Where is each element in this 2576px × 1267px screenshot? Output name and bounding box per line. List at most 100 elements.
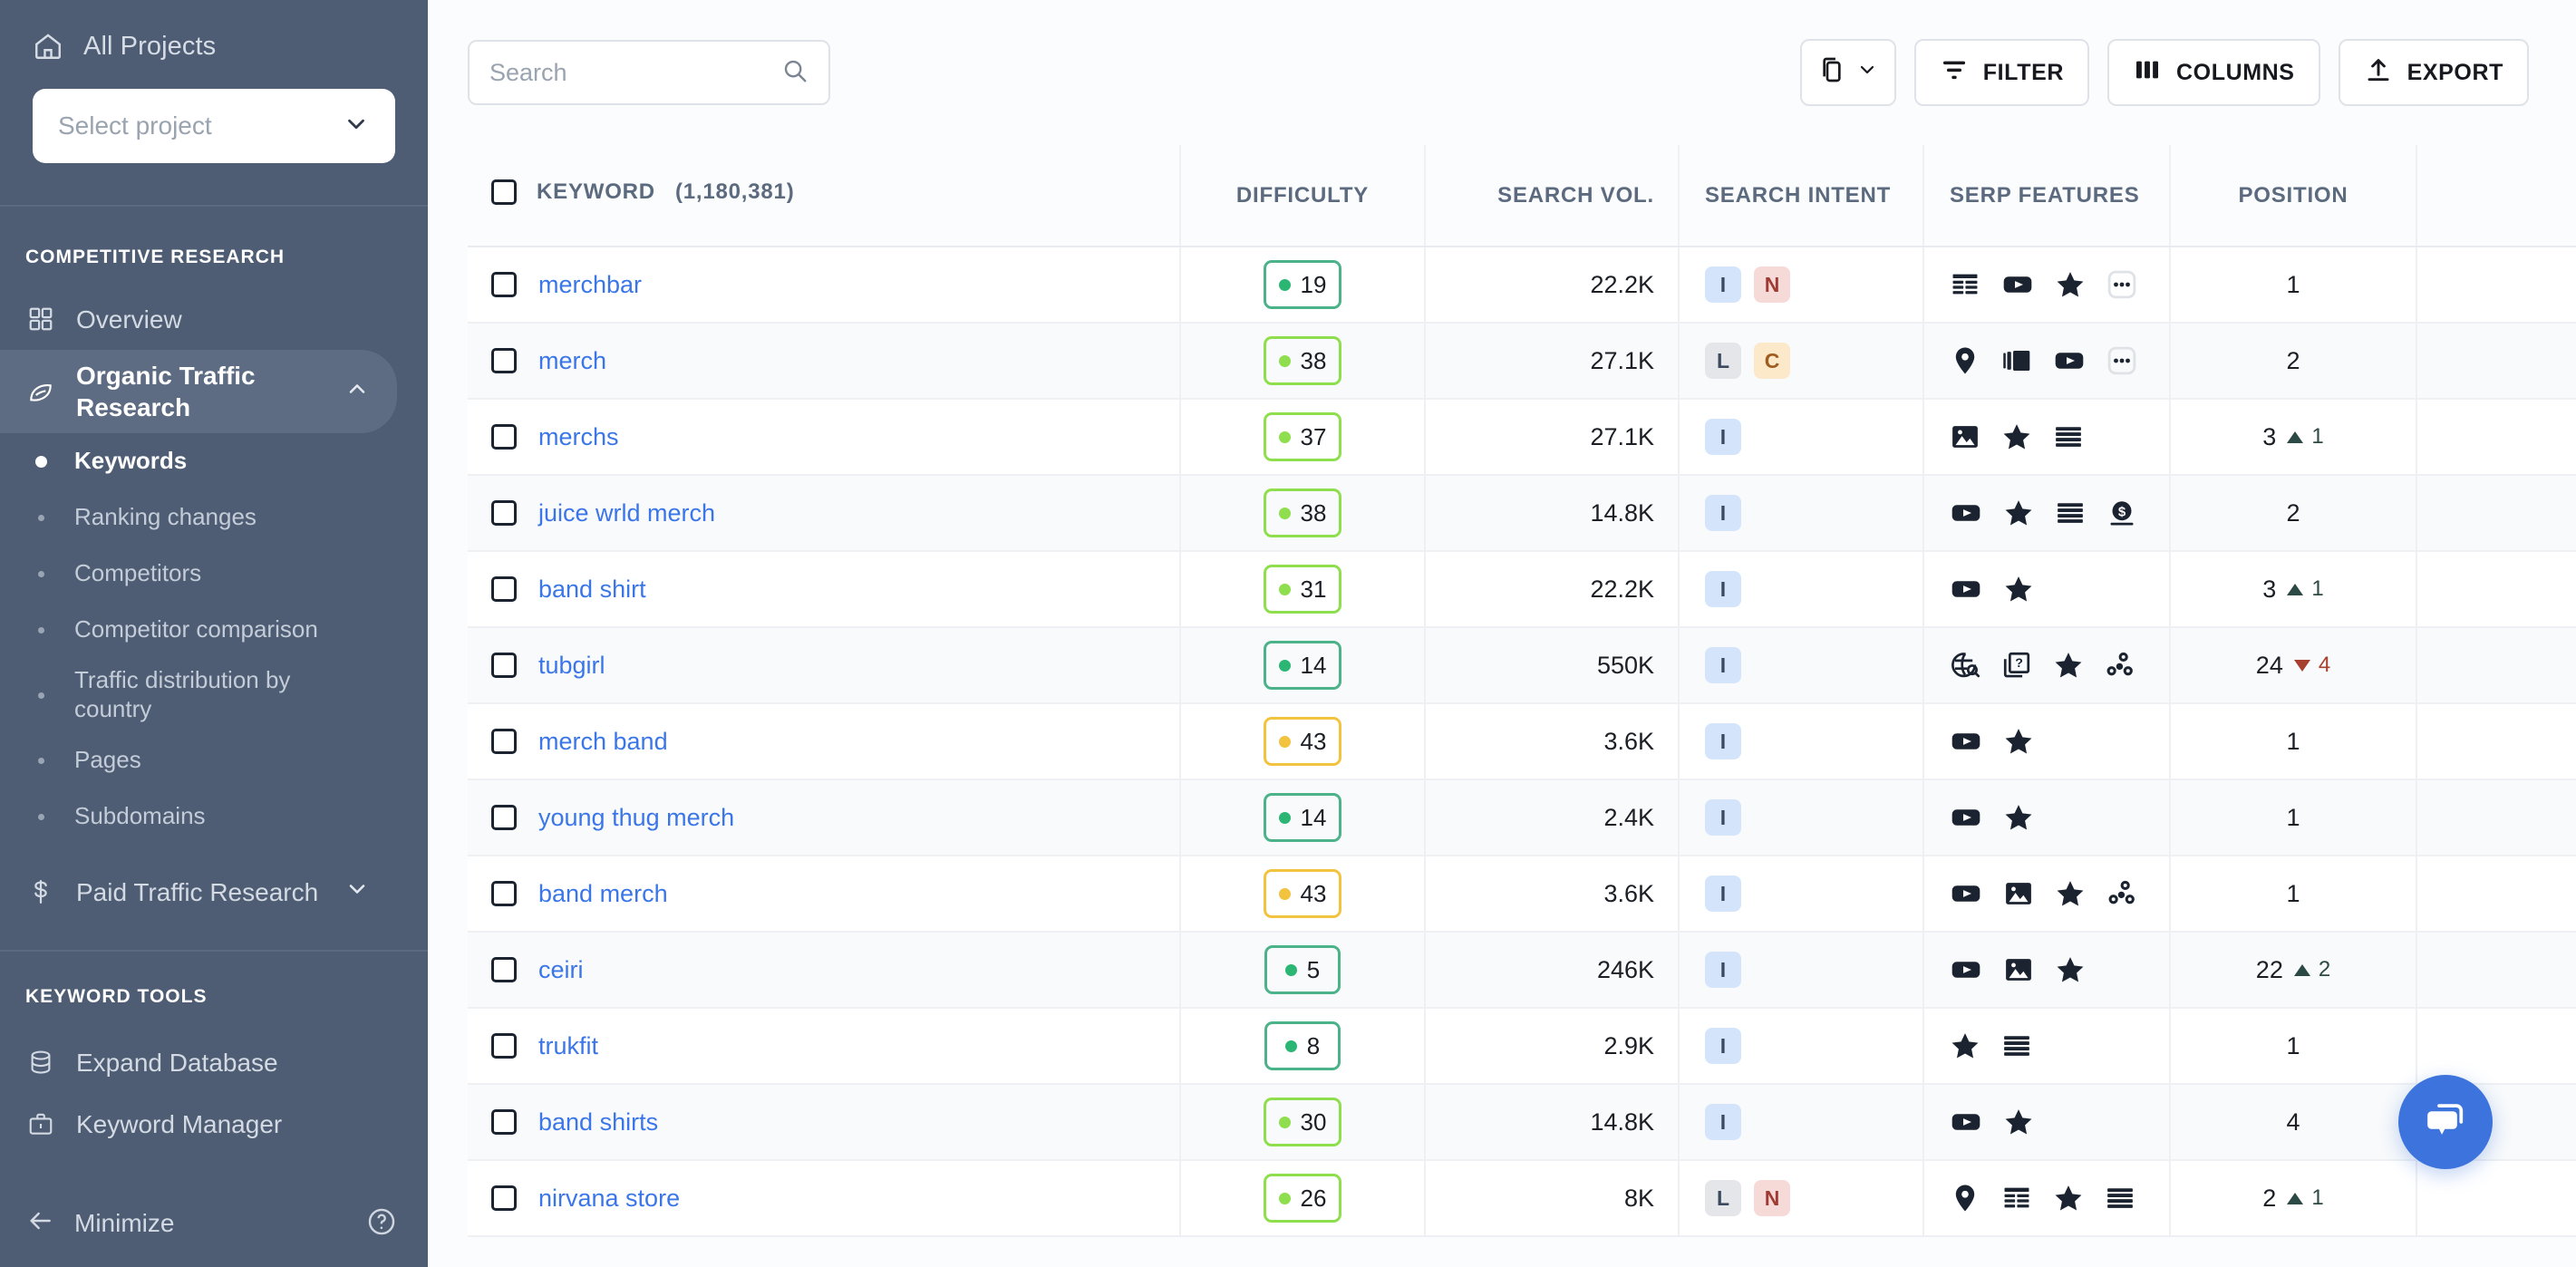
intent-badge-i[interactable]: I bbox=[1705, 571, 1741, 607]
serp-nodes-icon[interactable] bbox=[2105, 650, 2135, 681]
row-checkbox[interactable] bbox=[491, 1109, 517, 1135]
sidebar-item-keyword-manager[interactable]: Keyword Manager bbox=[0, 1093, 397, 1155]
row-checkbox[interactable] bbox=[491, 957, 517, 982]
serp-image-icon[interactable] bbox=[1950, 421, 1980, 452]
serp-star-icon[interactable] bbox=[2053, 1183, 2084, 1214]
th-serp-features[interactable]: SERP FEATURES bbox=[1923, 145, 2170, 247]
serp-carousel-icon[interactable] bbox=[2001, 345, 2032, 376]
table-row[interactable]: merch band 433.6KI10.99 bbox=[468, 703, 2576, 779]
row-checkbox[interactable] bbox=[491, 272, 517, 297]
serp-video-icon[interactable] bbox=[1950, 497, 1982, 529]
project-select-dropdown[interactable]: Select project bbox=[33, 89, 395, 163]
serp-video-icon[interactable] bbox=[1950, 953, 1982, 986]
serp-star-icon[interactable] bbox=[2053, 650, 2084, 681]
intent-badge-i[interactable]: I bbox=[1705, 799, 1741, 836]
intent-badge-c[interactable]: C bbox=[1754, 343, 1790, 379]
keyword-link[interactable]: tubgirl bbox=[538, 652, 605, 680]
sidebar-item-paid-traffic-research[interactable]: Paid Traffic Research bbox=[0, 861, 397, 923]
serp-video-icon[interactable] bbox=[1950, 877, 1982, 910]
intent-badge-n[interactable]: N bbox=[1754, 266, 1790, 303]
keyword-link[interactable]: nirvana store bbox=[538, 1185, 680, 1213]
sidebar-item-competitors[interactable]: Competitors bbox=[0, 546, 428, 602]
th-position[interactable]: POSITION bbox=[2170, 145, 2416, 247]
th-search-vol[interactable]: SEARCH VOL. bbox=[1425, 145, 1679, 247]
keyword-link[interactable]: merchs bbox=[538, 423, 619, 451]
serp-video-icon[interactable] bbox=[1950, 725, 1982, 758]
serp-nodes-icon[interactable] bbox=[2106, 878, 2137, 909]
keyword-link[interactable]: juice wrld merch bbox=[538, 499, 715, 527]
serp-video-icon[interactable] bbox=[1950, 1106, 1982, 1138]
table-row[interactable]: band merch 433.6KI10.99 bbox=[468, 856, 2576, 932]
sidebar-item-expand-database[interactable]: Expand Database bbox=[0, 1031, 397, 1093]
intent-badge-n[interactable]: N bbox=[1754, 1180, 1790, 1216]
intent-badge-i[interactable]: I bbox=[1705, 1028, 1741, 1064]
serp-lines-icon[interactable] bbox=[2053, 421, 2084, 452]
table-row[interactable]: tubgirl 14550KI?24 40 bbox=[468, 627, 2576, 703]
all-projects-link[interactable]: All Projects bbox=[33, 31, 395, 62]
table-row[interactable]: young thug merch 142.4KI11 bbox=[468, 779, 2576, 856]
device-selector-button[interactable] bbox=[1800, 39, 1896, 106]
serp-star-icon[interactable] bbox=[2055, 269, 2086, 300]
row-checkbox[interactable] bbox=[491, 424, 517, 450]
table-row[interactable]: band shirt 3122.2KI3 11 bbox=[468, 551, 2576, 627]
sidebar-item-subdomains[interactable]: Subdomains bbox=[0, 788, 428, 845]
keyword-link[interactable]: ceiri bbox=[538, 956, 584, 984]
serp-star-icon[interactable] bbox=[2001, 421, 2032, 452]
row-checkbox[interactable] bbox=[491, 1033, 517, 1059]
serp-video-icon[interactable] bbox=[1950, 573, 1982, 605]
serp-star-icon[interactable] bbox=[2003, 802, 2034, 833]
intent-badge-i[interactable]: I bbox=[1705, 266, 1741, 303]
th-competition[interactable]: COMPETITION bbox=[2416, 145, 2576, 247]
intent-badge-l[interactable]: L bbox=[1705, 1180, 1741, 1216]
export-button[interactable]: EXPORT bbox=[2339, 39, 2529, 106]
row-checkbox[interactable] bbox=[491, 653, 517, 678]
select-all-checkbox[interactable] bbox=[491, 179, 517, 205]
serp-globe-icon[interactable] bbox=[1950, 650, 1980, 681]
serp-faq-icon[interactable]: ? bbox=[2001, 650, 2032, 681]
th-keyword[interactable]: KEYWORD (1,180,381) bbox=[468, 145, 1180, 247]
serp-star-icon[interactable] bbox=[2055, 954, 2086, 985]
serp-star-icon[interactable] bbox=[2003, 1107, 2034, 1137]
serp-table-icon[interactable] bbox=[1950, 269, 1980, 300]
sidebar-item-keywords[interactable]: Keywords bbox=[0, 433, 428, 489]
keyword-link[interactable]: band merch bbox=[538, 880, 668, 908]
row-checkbox[interactable] bbox=[491, 500, 517, 526]
serp-lines-icon[interactable] bbox=[2001, 1030, 2032, 1061]
keyword-link[interactable]: band shirts bbox=[538, 1108, 658, 1136]
serp-star-icon[interactable] bbox=[2055, 878, 2086, 909]
table-row[interactable]: nirvana store 268KLN2 10.03 bbox=[468, 1160, 2576, 1236]
serp-star-icon[interactable] bbox=[2003, 726, 2034, 757]
serp-dollar-icon[interactable]: $ bbox=[2106, 498, 2137, 528]
serp-video-icon[interactable] bbox=[1950, 801, 1982, 834]
serp-more-icon[interactable] bbox=[2106, 269, 2137, 300]
intent-badge-i[interactable]: I bbox=[1705, 647, 1741, 683]
serp-star-icon[interactable] bbox=[2003, 574, 2034, 604]
sidebar-item-traffic-distribution[interactable]: Traffic distribution by country bbox=[0, 658, 428, 732]
keyword-link[interactable]: merch band bbox=[538, 728, 668, 756]
serp-video-icon[interactable] bbox=[2001, 268, 2034, 301]
keyword-link[interactable]: band shirt bbox=[538, 575, 646, 604]
keyword-link[interactable]: merch bbox=[538, 347, 606, 375]
row-checkbox[interactable] bbox=[491, 348, 517, 373]
filter-button[interactable]: FILTER bbox=[1914, 39, 2089, 106]
serp-lines-icon[interactable] bbox=[2055, 498, 2086, 528]
serp-video-icon[interactable] bbox=[2053, 344, 2086, 377]
intent-badge-i[interactable]: I bbox=[1705, 419, 1741, 455]
serp-star-icon[interactable] bbox=[1950, 1030, 1980, 1061]
sidebar-item-organic-traffic-research[interactable]: Organic Traffic Research bbox=[0, 350, 397, 433]
table-row[interactable]: merchs 3727.1KI3 10.62 bbox=[468, 399, 2576, 475]
sidebar-item-competitor-comparison[interactable]: Competitor comparison bbox=[0, 602, 428, 658]
table-row[interactable]: ceiri 5246KI22 20 bbox=[468, 932, 2576, 1008]
row-checkbox[interactable] bbox=[491, 576, 517, 602]
keyword-link[interactable]: trukfit bbox=[538, 1032, 598, 1060]
row-checkbox[interactable] bbox=[491, 729, 517, 754]
search-input[interactable]: Search bbox=[468, 40, 830, 105]
serp-star-icon[interactable] bbox=[2003, 498, 2034, 528]
row-checkbox[interactable] bbox=[491, 1185, 517, 1211]
intent-badge-i[interactable]: I bbox=[1705, 723, 1741, 759]
table-row[interactable]: trukfit 82.9KI10.76 bbox=[468, 1008, 2576, 1084]
serp-lines-icon[interactable] bbox=[2105, 1183, 2135, 1214]
table-row[interactable]: juice wrld merch 3814.8KI$21 bbox=[468, 475, 2576, 551]
row-checkbox[interactable] bbox=[491, 881, 517, 906]
intent-badge-l[interactable]: L bbox=[1705, 343, 1741, 379]
